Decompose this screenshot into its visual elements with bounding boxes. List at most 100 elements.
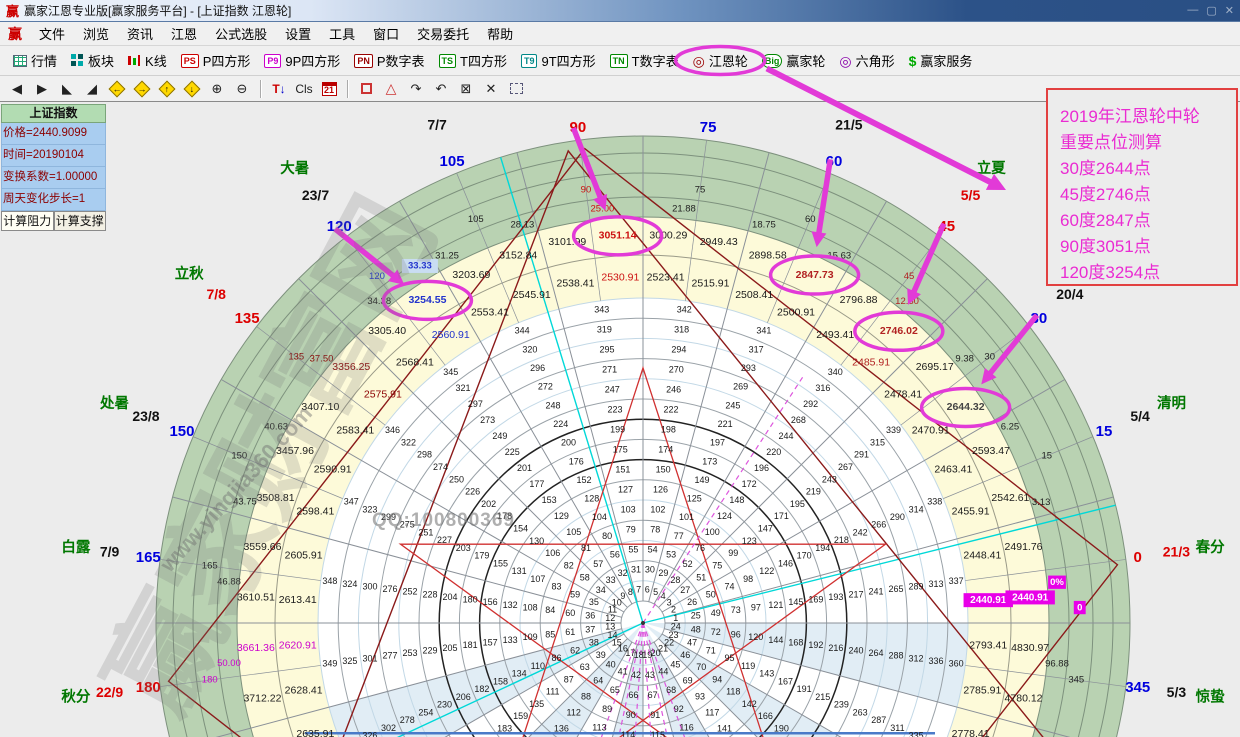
triangle-tool-button[interactable]: △: [380, 79, 402, 99]
svg-text:3508.81: 3508.81: [257, 492, 295, 504]
svg-text:75: 75: [700, 119, 717, 136]
calc-resistance-button[interactable]: 计算阻力: [1, 211, 54, 231]
svg-text:2793.41: 2793.41: [969, 639, 1007, 651]
toolbar-item-market-quotes[interactable]: 行情: [6, 49, 64, 72]
clear-button[interactable]: Cls: [293, 79, 315, 99]
price-field[interactable]: 价格=2440.9099: [1, 123, 106, 145]
menu-window[interactable]: 窗口: [364, 22, 408, 45]
zoom-out-button[interactable]: ⊖: [231, 79, 253, 99]
svg-text:346: 346: [385, 425, 400, 435]
boxed-x-tool-button[interactable]: ⊠: [455, 79, 477, 99]
menu-tools[interactable]: 工具: [320, 22, 364, 45]
svg-text:240: 240: [848, 645, 863, 655]
svg-text:79: 79: [626, 525, 636, 535]
svg-text:95: 95: [724, 653, 734, 663]
step-field[interactable]: 周天变化步长=1: [1, 189, 106, 211]
svg-text:33: 33: [606, 575, 616, 585]
svg-text:80: 80: [602, 531, 612, 541]
cross-tool-button[interactable]: ✕: [480, 79, 502, 99]
svg-text:96.88: 96.88: [1045, 658, 1069, 669]
title-bar[interactable]: 赢 赢家江恩专业版[赢家服务平台] - [上证指数 江恩轮] — ▢ ✕: [0, 0, 1240, 22]
menu-file[interactable]: 文件: [30, 22, 74, 45]
svg-text:94: 94: [712, 674, 722, 684]
selection-box-button[interactable]: [505, 79, 527, 99]
toolbar-item-t-number-table[interactable]: TN T数字表: [603, 49, 686, 72]
svg-text:202: 202: [481, 499, 496, 509]
shift-down-button[interactable]: ↓: [181, 79, 203, 99]
rotate-cw-button[interactable]: ↷: [405, 79, 427, 99]
svg-text:136: 136: [554, 724, 569, 734]
svg-text:154: 154: [513, 524, 528, 534]
svg-text:103: 103: [621, 505, 636, 515]
svg-text:89: 89: [602, 704, 612, 714]
toolbar-label: 板块: [88, 51, 114, 70]
menu-browse[interactable]: 浏览: [74, 22, 118, 45]
svg-text:323: 323: [362, 504, 377, 514]
menu-trade-order[interactable]: 交易委托: [408, 22, 478, 45]
svg-text:150: 150: [231, 450, 247, 461]
conversion-factor-field[interactable]: 变换系数=1.00000: [1, 167, 106, 189]
svg-text:226: 226: [465, 487, 480, 497]
calc-support-button[interactable]: 计算支撑: [54, 211, 107, 231]
svg-text:56: 56: [610, 550, 620, 560]
menu-formula-stock-picking[interactable]: 公式选股: [206, 22, 276, 45]
svg-text:200: 200: [561, 438, 576, 448]
svg-text:134: 134: [512, 669, 527, 679]
svg-text:秋分: 秋分: [61, 687, 90, 705]
minimize-button[interactable]: —: [1187, 4, 1198, 17]
toolbar-item-kline[interactable]: K线: [121, 49, 174, 72]
nav-back-button[interactable]: ◀: [6, 79, 28, 99]
svg-text:241: 241: [868, 587, 883, 597]
cursor-down-right-icon[interactable]: ◢: [81, 79, 103, 99]
svg-text:197: 197: [710, 438, 725, 448]
svg-text:318: 318: [674, 324, 689, 334]
maximize-button[interactable]: ▢: [1206, 4, 1216, 17]
svg-text:22/9: 22/9: [96, 684, 123, 700]
svg-text:104: 104: [592, 512, 607, 522]
svg-text:339: 339: [886, 425, 901, 435]
annotation-line: 120度3254点: [1060, 260, 1230, 286]
svg-text:156: 156: [483, 597, 498, 607]
time-field[interactable]: 时间=20190104: [1, 145, 106, 167]
svg-text:296: 296: [530, 363, 545, 373]
toolbar-item-sectors[interactable]: 板块: [64, 49, 121, 72]
toolbar-item-gann-wheel[interactable]: ◎ 江恩轮: [686, 49, 755, 72]
zoom-in-button[interactable]: ⊕: [206, 79, 228, 99]
svg-text:2485.91: 2485.91: [852, 357, 890, 369]
square-tool-button[interactable]: [355, 79, 377, 99]
toolbar-item-t-square[interactable]: TS T四方形: [432, 49, 514, 72]
calendar-button[interactable]: 21: [318, 79, 340, 99]
toolbar-item-9t-square[interactable]: T9 9T四方形: [514, 49, 603, 72]
toolbar-item-winner-wheel[interactable]: Big 赢家轮: [755, 49, 833, 72]
svg-text:291: 291: [854, 450, 869, 460]
cursor-up-left-icon[interactable]: ◣: [56, 79, 78, 99]
svg-text:2523.41: 2523.41: [647, 272, 685, 284]
svg-text:2635.91: 2635.91: [296, 728, 334, 737]
gann-wheel-icon: ◎: [693, 54, 705, 68]
menu-gann[interactable]: 江恩: [162, 22, 206, 45]
svg-text:102: 102: [650, 505, 665, 515]
svg-text:3051.14: 3051.14: [599, 230, 637, 242]
svg-text:61: 61: [565, 627, 575, 637]
menu-help[interactable]: 帮助: [478, 22, 522, 45]
toolbar-item-winner-service[interactable]: $ 赢家服务: [902, 49, 980, 72]
time-price-tool-button[interactable]: T↓: [268, 79, 290, 99]
close-button[interactable]: ✕: [1225, 4, 1234, 17]
svg-text:28.13: 28.13: [511, 219, 535, 230]
menu-settings[interactable]: 设置: [276, 22, 320, 45]
toolbar-item-p-square[interactable]: PS P四方形: [174, 49, 258, 72]
nav-forward-button[interactable]: ▶: [31, 79, 53, 99]
toolbar-item-p-number-table[interactable]: PN P数字表: [347, 49, 431, 72]
svg-text:319: 319: [597, 324, 612, 334]
rotate-ccw-button[interactable]: ↶: [430, 79, 452, 99]
shift-left-button[interactable]: ←: [106, 79, 128, 99]
shift-right-button[interactable]: →: [131, 79, 153, 99]
toolbar-item-9p-square[interactable]: P9 9P四方形: [257, 49, 347, 72]
svg-text:270: 270: [669, 364, 684, 374]
svg-text:349: 349: [322, 659, 337, 669]
svg-text:43.75: 43.75: [233, 497, 257, 508]
menu-news[interactable]: 资讯: [118, 22, 162, 45]
svg-text:3356.25: 3356.25: [332, 361, 370, 373]
shift-up-button[interactable]: ↑: [156, 79, 178, 99]
toolbar-item-hexagon[interactable]: ◎ 六角形: [832, 49, 901, 72]
